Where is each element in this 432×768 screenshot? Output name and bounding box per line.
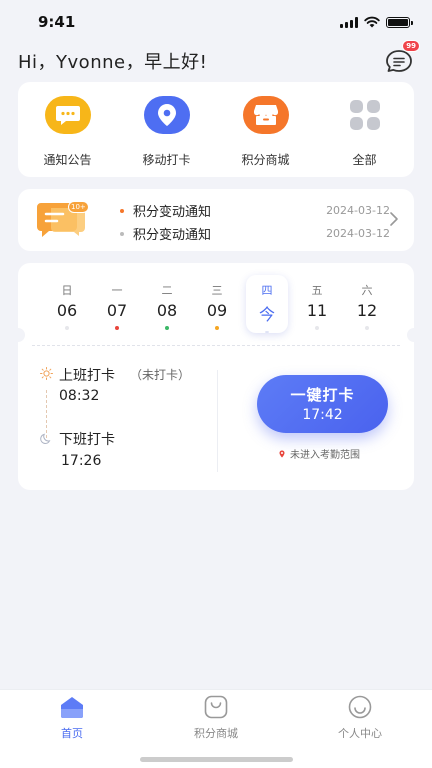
day-tue[interactable]: 二 08 [146, 275, 188, 333]
status-time: 9:41 [38, 13, 76, 31]
smiley-icon [346, 694, 374, 720]
announcement-icon [44, 96, 91, 134]
vertical-separator [217, 370, 218, 472]
day-name: 四 [261, 284, 273, 297]
range-hint-text: 未进入考勤范围 [290, 450, 360, 461]
day-name: 五 [311, 284, 323, 297]
clock-in-label: 上班打卡 [59, 368, 115, 384]
messages-button[interactable]: 99 [384, 40, 420, 76]
day-name: 日 [61, 284, 73, 297]
day-sat[interactable]: 六 12 [346, 275, 388, 333]
battery-icon [386, 16, 413, 28]
day-dot [115, 326, 119, 330]
clock-in-status: （未打卡） [130, 368, 191, 382]
notice-card[interactable]: 10+ 积分变动通知 2024-03-12 积分变动通知 2024-03-12 [18, 189, 414, 251]
day-number: 11 [306, 301, 328, 320]
grid-icon [342, 96, 388, 134]
day-name: 二 [161, 284, 173, 297]
day-dot [215, 326, 219, 330]
day-fri[interactable]: 五 11 [296, 275, 338, 333]
chevron-right-icon[interactable] [389, 211, 399, 227]
shortcut-label: 通知公告 [43, 153, 92, 167]
clock-out-time: 17:26 [61, 453, 102, 469]
notice-title: 积分变动通知 [133, 228, 212, 243]
location-pin-icon [143, 96, 190, 134]
day-wed[interactable]: 三 09 [196, 275, 238, 333]
moon-icon [40, 433, 51, 444]
header: Hi，Yvonne，早上好! 99 [18, 40, 420, 76]
store-icon [242, 96, 289, 134]
day-mon[interactable]: 一 07 [96, 275, 138, 333]
day-number: 12 [356, 301, 378, 320]
wifi-icon [364, 16, 380, 28]
tab-home[interactable]: 首页 [0, 690, 144, 768]
notice-dot [120, 231, 124, 236]
timeline-line [46, 390, 47, 438]
notice-title: 积分变动通知 [133, 205, 212, 220]
day-name: 六 [361, 284, 373, 297]
shortcut-all[interactable]: 全部 [315, 82, 414, 177]
notice-badge: 10+ [68, 201, 89, 213]
shortcut-points-mall[interactable]: 积分商城 [216, 82, 315, 177]
shortcut-announcements[interactable]: 通知公告 [18, 82, 117, 177]
range-hint: 未进入考勤范围 [279, 446, 360, 461]
day-number: 09 [206, 301, 228, 320]
greeting-text: Hi，Yvonne，早上好! [18, 52, 208, 73]
home-indicator [140, 757, 293, 762]
notice-item[interactable]: 积分变动通知 2024-03-12 [120, 222, 390, 245]
day-dot [315, 326, 319, 330]
notice-dot [120, 208, 124, 213]
shortcut-label: 积分商城 [241, 153, 290, 167]
notice-date: 2024-03-12 [326, 204, 390, 217]
day-number: 今 [258, 305, 275, 324]
day-dot [365, 326, 369, 330]
day-sun[interactable]: 日 06 [46, 275, 88, 333]
tab-label: 积分商城 [194, 727, 238, 740]
shortcut-label: 移动打卡 [142, 153, 191, 167]
day-name: 三 [211, 284, 223, 297]
day-number: 07 [106, 301, 128, 320]
tab-label: 首页 [61, 727, 83, 740]
shopping-bag-icon [202, 694, 230, 720]
day-number: 06 [56, 301, 78, 320]
tab-label: 个人中心 [338, 727, 382, 740]
signal-icon [340, 16, 358, 28]
tab-profile[interactable]: 个人中心 [288, 690, 432, 768]
day-number: 08 [156, 301, 178, 320]
day-dot [65, 326, 69, 330]
home-icon [58, 694, 86, 720]
week-strip: 日 06 一 07 二 08 三 09 四 今 五 11 六 12 [46, 275, 388, 333]
attendance-card: 日 06 一 07 二 08 三 09 四 今 五 11 六 12 上班打卡 （… [11, 263, 421, 490]
shortcuts-card: 通知公告 移动打卡 积分商城 全部 [18, 82, 414, 177]
message-badge: 99 [402, 40, 420, 52]
location-dot-icon [279, 450, 285, 457]
clock-out-label: 下班打卡 [59, 432, 115, 448]
shortcut-mobile-checkin[interactable]: 移动打卡 [117, 82, 216, 177]
clock-in-time: 08:32 [59, 388, 100, 404]
notice-list: 积分变动通知 2024-03-12 积分变动通知 2024-03-12 [120, 199, 390, 245]
sun-icon [40, 367, 53, 380]
one-tap-punch-button[interactable]: 一键打卡 17:42 [257, 375, 388, 433]
day-dot [265, 331, 269, 333]
shortcut-label: 全部 [352, 153, 377, 167]
ticket-notch-left [11, 328, 25, 342]
notice-item[interactable]: 积分变动通知 2024-03-12 [120, 199, 390, 222]
punch-button-time: 17:42 [302, 407, 343, 423]
ticket-notch-right [407, 328, 421, 342]
dashed-divider [32, 345, 400, 346]
notice-date: 2024-03-12 [326, 227, 390, 240]
punch-button-title: 一键打卡 [290, 386, 355, 404]
day-today[interactable]: 四 今 [246, 275, 288, 333]
status-bar: 9:41 [0, 0, 432, 44]
day-dot [165, 326, 169, 330]
status-icons [340, 16, 413, 28]
day-name: 一 [111, 284, 123, 297]
